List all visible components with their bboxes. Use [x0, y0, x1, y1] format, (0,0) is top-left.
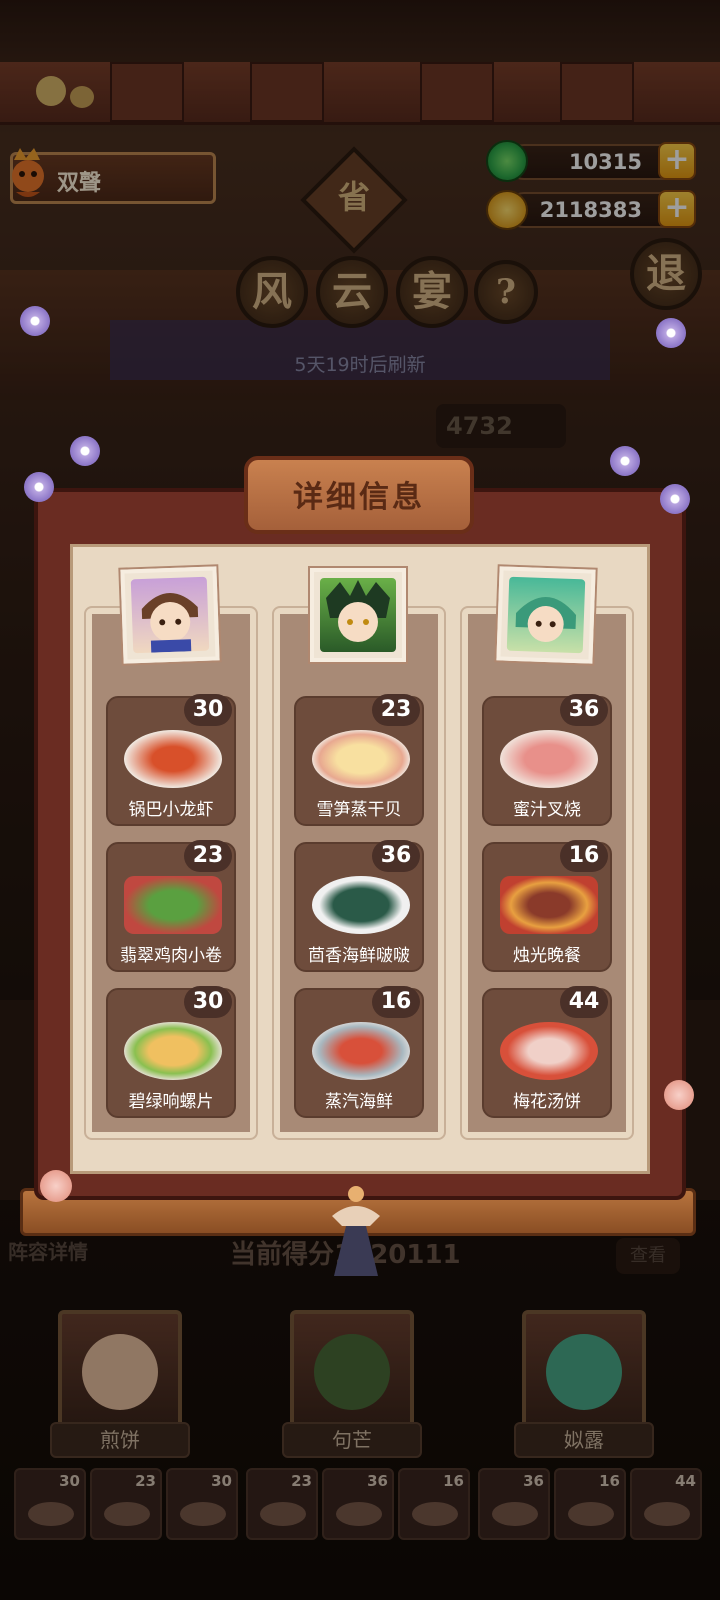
dish-count-badge: 23 [372, 694, 420, 726]
dish-crayfish-icon [124, 730, 222, 788]
dish-count-badge: 36 [560, 694, 608, 726]
dish-count-badge: 23 [184, 840, 232, 872]
dish-card[interactable]: 44 梅花汤饼 [482, 986, 612, 1118]
flower-icon [660, 484, 690, 514]
dish-conch-icon [124, 1022, 222, 1080]
chef-avatar-silu [506, 576, 586, 654]
dish-scallop-icon [312, 730, 410, 788]
flower-icon [40, 1170, 72, 1202]
dish-name: 碧绿响螺片 [128, 1092, 214, 1112]
dish-card[interactable]: 36 蜜汁叉烧 [482, 694, 612, 826]
dish-name: 雪笋蒸干贝 [316, 800, 402, 820]
dish-count-badge: 16 [372, 986, 420, 1018]
dish-count-badge: 36 [372, 840, 420, 872]
flower-icon [70, 436, 100, 466]
dish-char-siu-icon [500, 730, 598, 788]
dish-chicken-roll-icon [124, 876, 222, 934]
dish-name: 锅巴小龙虾 [128, 800, 214, 820]
dish-card[interactable]: 30 碧绿响螺片 [106, 986, 236, 1118]
chef-portrait[interactable] [120, 566, 220, 664]
flower-icon [610, 446, 640, 476]
flower-icon [664, 1080, 694, 1110]
dish-name: 蜜汁叉烧 [513, 800, 581, 820]
dish-count-badge: 16 [560, 840, 608, 872]
dish-name: 茴香海鲜啵啵 [308, 946, 410, 966]
dish-name: 蒸汽海鲜 [325, 1092, 393, 1112]
flower-icon [24, 472, 54, 502]
chef-avatar-goumang [320, 578, 396, 652]
dish-plum-soup-icon [500, 1022, 598, 1080]
dish-count-badge: 30 [184, 986, 232, 1018]
dish-name: 烛光晚餐 [513, 946, 581, 966]
flower-icon [20, 306, 50, 336]
dish-card[interactable]: 16 蒸汽海鲜 [294, 986, 424, 1118]
dish-count-badge: 44 [560, 986, 608, 1018]
dish-card[interactable]: 23 翡翠鸡肉小卷 [106, 840, 236, 972]
chef-avatar-pancake [130, 576, 210, 654]
dish-card[interactable]: 23 雪笋蒸干贝 [294, 694, 424, 826]
dish-name: 梅花汤饼 [513, 1092, 581, 1112]
dish-candlelight-dinner-icon [500, 876, 598, 934]
dish-card[interactable]: 36 茴香海鲜啵啵 [294, 840, 424, 972]
detail-title-plaque: 详细信息 [244, 456, 474, 534]
flower-icon [656, 318, 686, 348]
dish-card[interactable]: 30 锅巴小龙虾 [106, 694, 236, 826]
dish-steamed-seafood-icon [312, 1022, 410, 1080]
chef-portrait[interactable] [310, 568, 406, 662]
tassel-ornament [318, 1186, 394, 1278]
detail-title: 详细信息 [293, 480, 425, 515]
chef-portrait[interactable] [496, 566, 596, 664]
dish-seafood-bobo-icon [312, 876, 410, 934]
dish-card[interactable]: 16 烛光晚餐 [482, 840, 612, 972]
dish-name: 翡翠鸡肉小卷 [120, 946, 222, 966]
dish-count-badge: 30 [184, 694, 232, 726]
